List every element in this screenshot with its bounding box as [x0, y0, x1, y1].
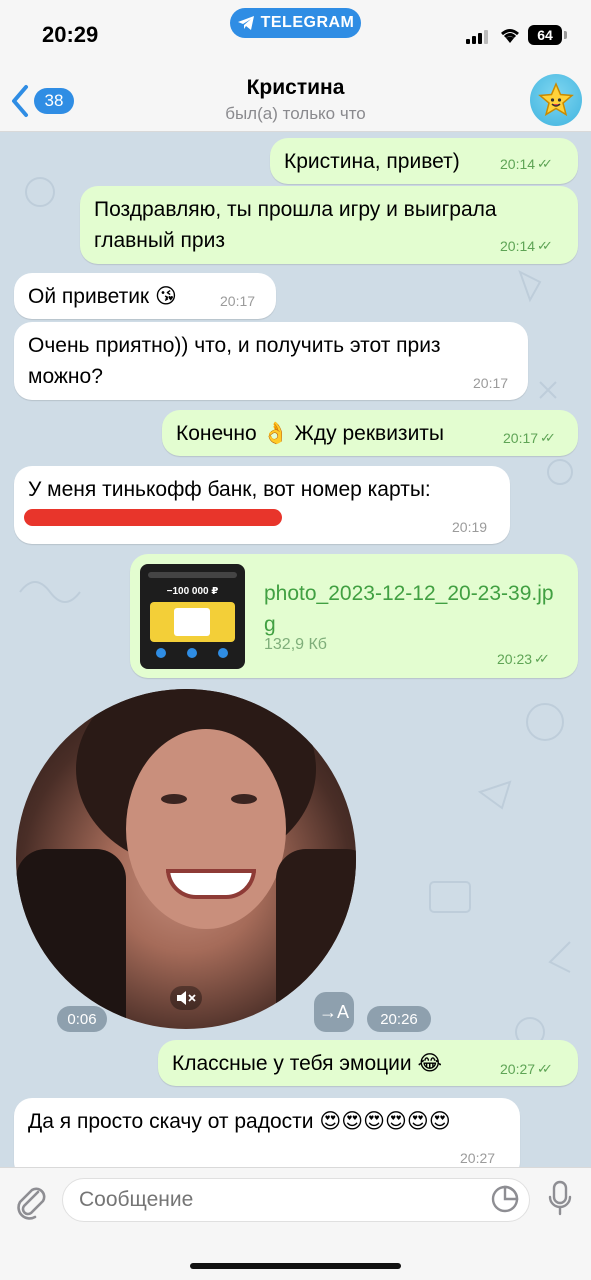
file-thumbnail[interactable]: −100 000 ₽: [140, 564, 245, 669]
double-check-icon: ✓✓: [537, 156, 553, 171]
video-duration: 0:06: [57, 1006, 107, 1032]
message-text: Ой приветик 😘: [28, 285, 177, 308]
file-name[interactable]: photo_2023-12-12_20-23-39.jpg: [264, 578, 564, 640]
status-bar: 20:29 TELEGRAM 64: [0, 0, 591, 62]
redaction-mark: [24, 509, 282, 526]
message-input[interactable]: [62, 1178, 530, 1222]
muted-speaker-icon[interactable]: [170, 986, 202, 1010]
message-time: 20:17: [220, 293, 256, 309]
double-check-icon: ✓✓: [537, 1061, 553, 1076]
chat-header: 38 Кристина был(а) только что: [0, 62, 591, 132]
message-time: 20:23 ✓✓: [497, 651, 550, 667]
message-bubble-incoming[interactable]: Очень приятно)) что, и получить этот при…: [14, 322, 528, 400]
composer-bar: [0, 1167, 591, 1280]
message-text: Классные у тебя эмоции 😂: [172, 1052, 442, 1075]
message-bubble-incoming[interactable]: Да я просто скачу от радости 😍😍😍😍😍😍: [14, 1098, 520, 1167]
wifi-icon: [501, 29, 519, 43]
battery-indicator: 64: [528, 25, 562, 45]
message-time: 20:14 ✓✓: [500, 238, 553, 254]
double-check-icon: ✓✓: [534, 651, 550, 666]
double-check-icon: ✓✓: [540, 430, 556, 445]
battery-tip: [564, 31, 567, 39]
file-size: 132,9 Кб: [264, 636, 327, 653]
translate-button[interactable]: →A: [314, 992, 354, 1032]
star-avatar-icon: [538, 82, 574, 117]
signal-icon: [466, 30, 490, 44]
message-text: Да я просто скачу от радости 😍😍😍😍😍😍: [28, 1110, 451, 1133]
mic-icon[interactable]: [547, 1180, 573, 1218]
avatar[interactable]: [530, 74, 582, 126]
status-time: 20:29: [42, 22, 99, 47]
telegram-pill[interactable]: TELEGRAM: [230, 8, 361, 38]
message-text: Поздравляю, ты прошла игру и выиграла гл…: [94, 198, 497, 252]
message-time: 20:17: [473, 375, 509, 391]
home-indicator: [190, 1263, 401, 1269]
attach-icon[interactable]: [14, 1182, 48, 1220]
message-time: 20:27 ✓✓: [500, 1061, 553, 1077]
message-text: У меня тинькофф банк, вот номер карты:: [28, 478, 431, 501]
message-text: Кристина, привет): [284, 150, 460, 173]
message-time: 20:19: [452, 519, 488, 535]
message-time: 20:14 ✓✓: [500, 156, 553, 172]
message-bubble-incoming[interactable]: У меня тинькофф банк, вот номер карты:: [14, 466, 510, 544]
message-text: Конечно 👌 Жду реквизиты: [176, 422, 445, 445]
chat-area[interactable]: Кристина, привет) 20:14 ✓✓ Поздравляю, ты…: [0, 132, 591, 1167]
telegram-pill-label: TELEGRAM: [260, 14, 355, 31]
contact-status: был(а) только что: [225, 104, 366, 123]
contact-name[interactable]: Кристина: [0, 76, 591, 100]
message-text: Очень приятно)) что, и получить этот при…: [28, 334, 441, 388]
thumbnail-amount: −100 000 ₽: [166, 586, 219, 597]
message-time: 20:17 ✓✓: [503, 430, 556, 446]
video-time: 20:26: [367, 1006, 431, 1032]
video-message-circle[interactable]: [16, 689, 356, 1029]
telegram-icon: [237, 16, 254, 30]
sticker-icon[interactable]: [490, 1184, 520, 1214]
message-time: 20:27: [460, 1150, 496, 1166]
double-check-icon: ✓✓: [537, 238, 553, 253]
